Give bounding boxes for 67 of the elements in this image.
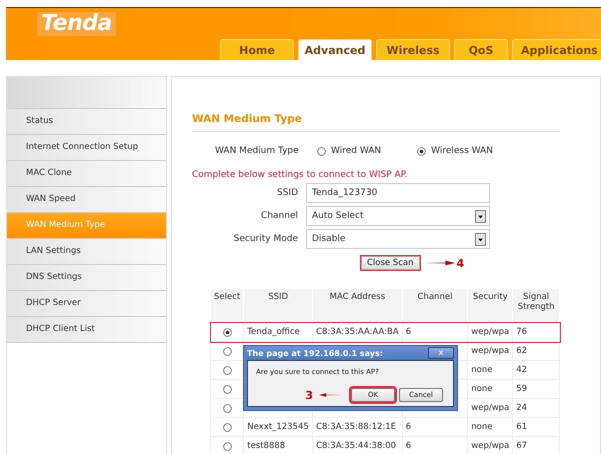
column-header: Security — [468, 288, 513, 322]
nav-tab[interactable]: QoS — [454, 39, 508, 60]
table-cell: 76 — [512, 322, 560, 342]
table-cell: 59 — [512, 380, 560, 398]
table-cell: 61 — [512, 418, 560, 436]
dropdown-value: Auto Select — [312, 210, 364, 223]
section-title: WAN Medium Type — [192, 113, 303, 125]
radio-button[interactable] — [317, 146, 326, 156]
table-cell: Nexxt_123545 — [244, 418, 313, 436]
sidebar-item[interactable]: LAN Settings — [7, 239, 166, 265]
column-header: SSID — [244, 288, 313, 322]
radio-button[interactable] — [222, 384, 232, 394]
table-cell: none — [468, 360, 513, 380]
nav-tab[interactable]: Applications — [512, 39, 601, 60]
sidebar-item[interactable]: WAN Speed — [7, 187, 166, 213]
step-number: 3 — [305, 388, 313, 402]
radio-button[interactable] — [222, 442, 232, 450]
text-field[interactable]: Tenda_123730 — [306, 183, 490, 203]
table-cell: Tenda_office — [244, 322, 313, 342]
dialog-title: The page at 192.168.0.1 says: — [247, 348, 383, 358]
radio-button[interactable] — [222, 366, 232, 374]
table-cell: wep/wpa — [468, 398, 513, 418]
table-cell: C8:3A:35:AA:AA:BA — [312, 322, 402, 342]
column-header: Signal Strength — [512, 288, 560, 322]
table-cell: 6 — [402, 322, 468, 342]
dropdown-value: Disable — [312, 233, 346, 246]
nav-tab[interactable]: Wireless — [376, 39, 450, 60]
table-row[interactable]: test8888 C8:3A:35:44:38:00 6 wep/wpa 67 — [210, 436, 560, 454]
table-cell: wep/wpa — [468, 342, 513, 360]
field-label: WAN Medium Type — [215, 146, 300, 156]
sidebar-item[interactable]: MAC Clone — [7, 161, 166, 187]
nav-tab[interactable]: Advanced — [298, 39, 372, 60]
radio-button[interactable] — [222, 422, 232, 432]
sidebar-item[interactable]: Internet Connection Setup — [7, 135, 166, 161]
column-header: Select — [210, 288, 244, 322]
logo: Tenda — [37, 12, 116, 36]
sidebar-item[interactable]: Status — [7, 109, 166, 135]
column-header: MAC Address — [312, 288, 402, 322]
nav-tab[interactable]: Home — [220, 39, 294, 60]
dropdown[interactable]: Disable — [306, 229, 490, 249]
table-cell: 42 — [512, 360, 560, 380]
radio-button[interactable] — [222, 346, 232, 356]
sidebar-item[interactable]: DHCP Server — [7, 291, 166, 317]
dropdown[interactable]: Auto Select — [306, 206, 490, 226]
radio-button-checked[interactable] — [222, 328, 232, 336]
table-cell: wep/wpa — [468, 322, 513, 342]
radio-button-checked[interactable] — [417, 146, 426, 156]
table-cell: C8:3A:35:88:12:1E — [312, 418, 402, 436]
step-number: 4 — [456, 256, 464, 270]
table-cell: none — [468, 418, 513, 436]
field-label: Security Mode — [232, 234, 299, 244]
table-row[interactable]: Nexxt_123545 C8:3A:35:88:12:1E 6 none 61 — [210, 418, 560, 436]
radio-label: Wireless WAN — [431, 146, 493, 156]
sidebar-item[interactable]: DHCP Client List — [7, 317, 166, 343]
table-cell: 6 — [402, 418, 468, 436]
field-label: SSID — [276, 188, 299, 198]
table-cell: 24 — [512, 398, 560, 418]
table-cell: 62 — [512, 342, 560, 360]
sidebar-item[interactable]: DNS Settings — [7, 265, 166, 291]
notice-text: Complete below settings to connect to WISP AP. — [192, 170, 409, 180]
highlighted-row[interactable]: Tenda_office C8:3A:35:AA:AA:BA 6 wep/wpa 76 — [210, 322, 560, 342]
radio-label: Wired WAN — [331, 146, 382, 156]
radio-button[interactable] — [222, 404, 232, 412]
field-label: Channel — [260, 211, 299, 221]
column-header: Channel — [402, 288, 468, 322]
close-scan-button[interactable]: Close Scan — [360, 255, 421, 271]
table-cell: none — [468, 380, 513, 398]
